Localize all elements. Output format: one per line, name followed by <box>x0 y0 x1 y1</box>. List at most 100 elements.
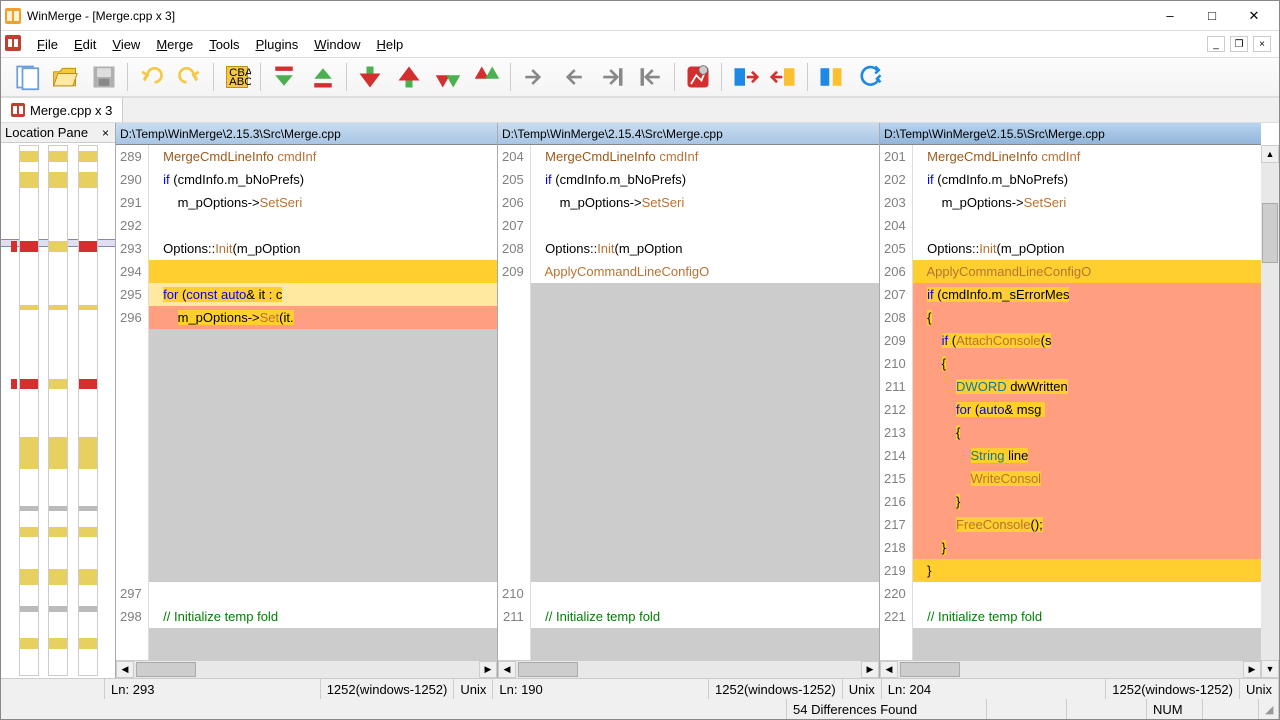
swap-1-2-button[interactable] <box>726 60 764 94</box>
doc-tab-label: Merge.cpp x 3 <box>30 103 112 118</box>
app-icon-small <box>5 35 23 53</box>
maximize-button[interactable]: □ <box>1191 2 1233 30</box>
toolbar: CBAABC <box>1 57 1279 97</box>
doc-tab-merge[interactable]: Merge.cpp x 3 <box>1 98 123 122</box>
file-pane-1: D:\Temp\WinMerge\2.15.3\Src\Merge.cpp289… <box>116 123 497 678</box>
swap-1-3-button[interactable] <box>812 60 850 94</box>
menu-file[interactable]: File <box>29 34 66 55</box>
save-icon <box>90 63 118 91</box>
code-area[interactable]: 289290291292293294295296297298 MergeCmdL… <box>116 145 497 660</box>
horizontal-scrollbar[interactable]: ◀▶ <box>498 660 879 678</box>
diff-count: 54 Differences Found <box>787 699 987 719</box>
pane-header[interactable]: D:\Temp\WinMerge\2.15.5\Src\Merge.cpp <box>880 123 1261 145</box>
encoding-button[interactable]: CBAABC <box>218 60 256 94</box>
next-conflict-icon <box>434 63 462 91</box>
location-pane: Location Pane × <box>1 123 116 678</box>
pane-header[interactable]: D:\Temp\WinMerge\2.15.3\Src\Merge.cpp <box>116 123 497 145</box>
copy-all-left-button[interactable] <box>632 60 670 94</box>
doc-icon <box>11 103 25 117</box>
status-cell: 1252(windows-1252) <box>709 679 843 699</box>
status-cell: Unix <box>1240 679 1279 699</box>
status-cell: Unix <box>454 679 493 699</box>
location-pane-header: Location Pane × <box>1 123 115 143</box>
num-lock-indicator: NUM <box>1147 699 1203 719</box>
undo-button[interactable] <box>132 60 170 94</box>
close-button[interactable]: ✕ <box>1233 2 1275 30</box>
next-diff-icon <box>356 63 384 91</box>
menu-view[interactable]: View <box>104 34 148 55</box>
redo-button[interactable] <box>171 60 209 94</box>
undo-icon <box>137 63 165 91</box>
next-conflict-button[interactable] <box>429 60 467 94</box>
code-area[interactable]: 2012022032042052062072082092102112122132… <box>880 145 1261 660</box>
file-pane-2: D:\Temp\WinMerge\2.15.4\Src\Merge.cpp204… <box>497 123 879 678</box>
status-cell: Ln: 190 <box>493 679 709 699</box>
status-cell <box>1 679 105 699</box>
swap-2-3-button[interactable] <box>765 60 803 94</box>
copy-left-icon <box>559 63 587 91</box>
scroll-up-icon[interactable]: ▲ <box>1261 145 1279 163</box>
open-button[interactable] <box>46 60 84 94</box>
copy-left-button[interactable] <box>554 60 592 94</box>
main-area: Location Pane × D:\Temp\WinMerge\2.15.3\… <box>1 123 1279 678</box>
vertical-scrollbar[interactable]: ▲ ▼ <box>1261 145 1279 678</box>
mdi-controls: _ ❐ × <box>1207 36 1275 52</box>
copy-right-button[interactable] <box>515 60 553 94</box>
new-button[interactable] <box>7 60 45 94</box>
title-bar: WinMerge - [Merge.cpp x 3] – □ ✕ <box>1 1 1279 31</box>
menu-window[interactable]: Window <box>306 34 368 55</box>
window-title: WinMerge - [Merge.cpp x 3] <box>27 9 1149 23</box>
first-diff-button[interactable] <box>265 60 303 94</box>
refresh-icon <box>856 63 884 91</box>
refresh-button[interactable] <box>851 60 889 94</box>
menu-plugins[interactable]: Plugins <box>248 34 307 55</box>
svg-text:ABC: ABC <box>229 76 251 88</box>
copy-all-left-icon <box>637 63 665 91</box>
open-icon <box>51 63 79 91</box>
swap-1-3-icon <box>817 63 845 91</box>
menu-tools[interactable]: Tools <box>201 34 247 55</box>
resize-grip-icon[interactable]: ◢ <box>1265 703 1273 716</box>
menu-help[interactable]: Help <box>368 34 411 55</box>
location-pane-close-icon[interactable]: × <box>100 126 111 140</box>
last-diff-button[interactable] <box>304 60 342 94</box>
options-icon <box>684 63 712 91</box>
file-pane-3: D:\Temp\WinMerge\2.15.5\Src\Merge.cpp201… <box>879 123 1279 678</box>
status-cell: Ln: 204 <box>882 679 1107 699</box>
document-tabs: Merge.cpp x 3 <box>1 97 1279 123</box>
pane-header[interactable]: D:\Temp\WinMerge\2.15.4\Src\Merge.cpp <box>498 123 879 145</box>
last-diff-icon <box>309 63 337 91</box>
scroll-down-icon[interactable]: ▼ <box>1261 660 1279 678</box>
prev-conflict-icon <box>473 63 501 91</box>
copy-all-right-button[interactable] <box>593 60 631 94</box>
status-bars: Ln: 2931252(windows-1252)UnixLn: 1901252… <box>1 678 1279 719</box>
horizontal-scrollbar[interactable]: ◀▶ <box>880 660 1261 678</box>
status-cell: 1252(windows-1252) <box>321 679 455 699</box>
copy-right-icon <box>520 63 548 91</box>
minimize-button[interactable]: – <box>1149 2 1191 30</box>
menu-edit[interactable]: Edit <box>66 34 104 55</box>
next-diff-button[interactable] <box>351 60 389 94</box>
status-cell: 1252(windows-1252) <box>1106 679 1240 699</box>
menu-merge[interactable]: Merge <box>148 34 201 55</box>
status-row-main: 54 Differences Found NUM ◢ <box>1 699 1279 719</box>
first-diff-icon <box>270 63 298 91</box>
mdi-minimize[interactable]: _ <box>1207 36 1225 52</box>
status-row-panes: Ln: 2931252(windows-1252)UnixLn: 1901252… <box>1 679 1279 699</box>
mdi-close[interactable]: × <box>1253 36 1271 52</box>
options-button[interactable] <box>679 60 717 94</box>
prev-conflict-button[interactable] <box>468 60 506 94</box>
redo-icon <box>176 63 204 91</box>
mdi-restore[interactable]: ❐ <box>1230 36 1248 52</box>
location-pane-body[interactable] <box>1 143 115 678</box>
status-cell: Unix <box>843 679 882 699</box>
horizontal-scrollbar[interactable]: ◀▶ <box>116 660 497 678</box>
new-icon <box>12 63 40 91</box>
swap-2-3-icon <box>770 63 798 91</box>
prev-diff-button[interactable] <box>390 60 428 94</box>
copy-all-right-icon <box>598 63 626 91</box>
app-icon <box>5 8 21 24</box>
code-area[interactable]: 204205206207208209210211 MergeCmdLineInf… <box>498 145 879 660</box>
prev-diff-icon <box>395 63 423 91</box>
save-button[interactable] <box>85 60 123 94</box>
